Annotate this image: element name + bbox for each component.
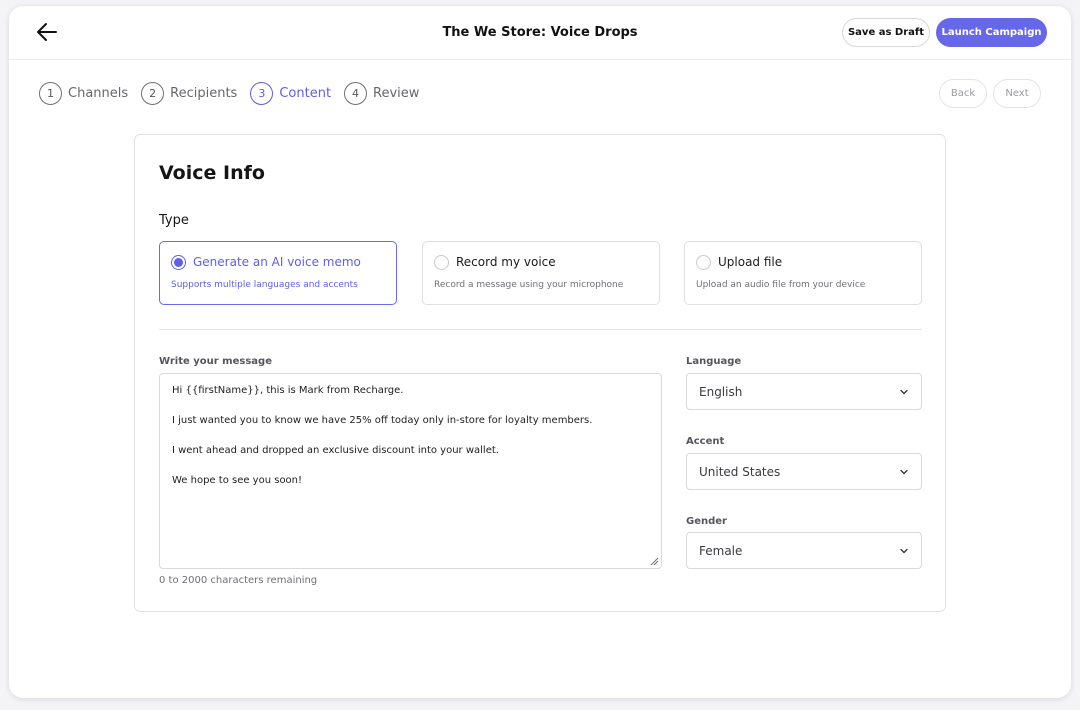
radio-unselected[interactable] <box>434 255 449 270</box>
language-label: Language <box>686 356 742 367</box>
message-line: Hi {{firstName}}, this is Mark from Rech… <box>172 385 404 396</box>
option-subtitle: Upload an audio file from your device <box>696 280 866 290</box>
option-subtitle: Record a message using your microphone <box>434 280 624 290</box>
resize-grip-icon[interactable] <box>650 557 659 566</box>
app-window: The We Store: Voice Drops Save as Draft … <box>9 6 1071 698</box>
step-channels[interactable]: 1 Channels <box>39 82 128 105</box>
option-subtitle: Supports multiple languages and accents <box>171 280 358 290</box>
gender-value: Female <box>699 544 743 558</box>
step-review[interactable]: 4 Review <box>344 82 419 105</box>
message-line: I just wanted you to know we have 25% of… <box>172 415 593 426</box>
step-label: Content <box>279 86 332 101</box>
stepper: 1 Channels 2 Recipients 3 Content 4 Revi… <box>39 82 432 105</box>
step-number: 4 <box>344 82 368 105</box>
accent-select[interactable]: United States <box>686 453 922 490</box>
step-number: 3 <box>250 82 274 105</box>
step-label: Recipients <box>170 86 238 101</box>
chevron-down-icon <box>900 469 908 475</box>
next-button[interactable]: Next <box>993 79 1041 108</box>
language-value: English <box>699 385 743 399</box>
char-count: 0 to 2000 characters remaining <box>159 575 318 586</box>
voice-info-card: Voice Info Type Generate an AI voice mem… <box>134 134 946 612</box>
step-label: Channels <box>68 86 129 101</box>
radio-unselected[interactable] <box>696 255 711 270</box>
type-option-record-voice[interactable]: Record my voice Record a message using y… <box>422 241 660 305</box>
step-recipients[interactable]: 2 Recipients <box>141 82 237 105</box>
message-line: We hope to see you soon! <box>172 475 303 486</box>
divider <box>159 329 922 330</box>
launch-campaign-button[interactable]: Launch Campaign <box>936 18 1047 47</box>
step-label: Review <box>373 86 420 101</box>
step-content[interactable]: 3 Content <box>250 82 331 105</box>
save-draft-button[interactable]: Save as Draft <box>842 18 930 47</box>
language-select[interactable]: English <box>686 373 922 410</box>
option-title: Generate an AI voice memo <box>193 255 361 269</box>
gender-select[interactable]: Female <box>686 532 922 569</box>
accent-value: United States <box>699 465 781 479</box>
accent-label: Accent <box>686 436 725 447</box>
message-line: I went ahead and dropped an exclusive di… <box>172 445 499 456</box>
type-option-upload-file[interactable]: Upload file Upload an audio file from yo… <box>684 241 922 305</box>
radio-selected[interactable] <box>171 255 186 270</box>
type-option-ai-voice[interactable]: Generate an AI voice memo Supports multi… <box>159 241 397 305</box>
option-title: Record my voice <box>456 255 556 269</box>
step-number: 2 <box>141 82 165 105</box>
step-number: 1 <box>39 82 62 105</box>
type-label: Type <box>159 213 189 228</box>
back-button[interactable]: Back <box>939 79 987 108</box>
top-bar: The We Store: Voice Drops Save as Draft … <box>9 6 1071 60</box>
chevron-down-icon <box>900 389 908 395</box>
message-textarea[interactable]: Hi {{firstName}}, this is Mark from Rech… <box>159 373 662 569</box>
message-label: Write your message <box>159 356 272 367</box>
chevron-down-icon <box>900 548 908 554</box>
card-title: Voice Info <box>159 162 265 184</box>
option-title: Upload file <box>718 255 783 269</box>
gender-label: Gender <box>686 516 727 527</box>
